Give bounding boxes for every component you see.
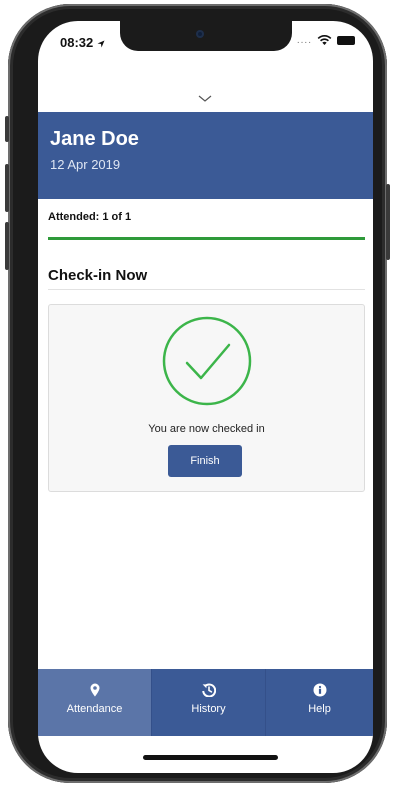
user-name: Jane Doe [50, 128, 139, 150]
attendance-progress-bar [48, 237, 365, 240]
volume-up-button [5, 164, 9, 212]
profile-header: Jane Doe 12 Apr 2019 [38, 112, 373, 199]
power-button [386, 184, 390, 260]
silent-switch [5, 116, 9, 142]
wifi-icon [317, 35, 332, 45]
map-pin-icon [90, 683, 99, 697]
status-bar: 08:32 .... [38, 21, 373, 69]
volume-down-button [5, 222, 9, 270]
tab-attendance-label: Attendance [66, 703, 123, 715]
tab-help-label: Help [308, 703, 331, 715]
finish-button[interactable]: Finish [168, 445, 242, 477]
checkin-card: You are now checked in Finish [48, 304, 365, 492]
tab-attendance[interactable]: Attendance [38, 669, 151, 736]
pull-down-handle[interactable] [38, 69, 373, 112]
attended-count: Attended: 1 of 1 [48, 211, 132, 223]
notch [120, 21, 292, 51]
history-icon [201, 683, 216, 697]
battery-icon [337, 36, 355, 45]
attendance-progress-fill [48, 237, 365, 240]
location-arrow-icon [97, 40, 105, 48]
tab-history-label: History [191, 703, 226, 715]
home-indicator[interactable] [143, 755, 278, 760]
tab-history[interactable]: History [151, 669, 265, 736]
tab-bar: Attendance History Help [38, 669, 373, 736]
session-date: 12 Apr 2019 [50, 157, 121, 172]
section-title: Check-in Now [48, 267, 148, 284]
screen: 08:32 .... Jane Doe 12 Apr 2019 Attended… [38, 21, 373, 773]
signal-dots: .... [296, 35, 312, 46]
tab-help[interactable]: Help [265, 669, 373, 736]
chevron-down-icon[interactable] [198, 95, 212, 102]
checked-in-message: You are now checked in [148, 423, 265, 435]
status-time: 08:32 [60, 35, 105, 50]
check-circle-icon [162, 316, 252, 406]
section-divider [48, 289, 365, 290]
phone-frame: 08:32 .... Jane Doe 12 Apr 2019 Attended… [5, 4, 390, 783]
info-icon [313, 683, 326, 697]
status-time-value: 08:32 [60, 35, 94, 50]
status-icons: .... [297, 35, 355, 46]
camera-dot [196, 30, 204, 38]
